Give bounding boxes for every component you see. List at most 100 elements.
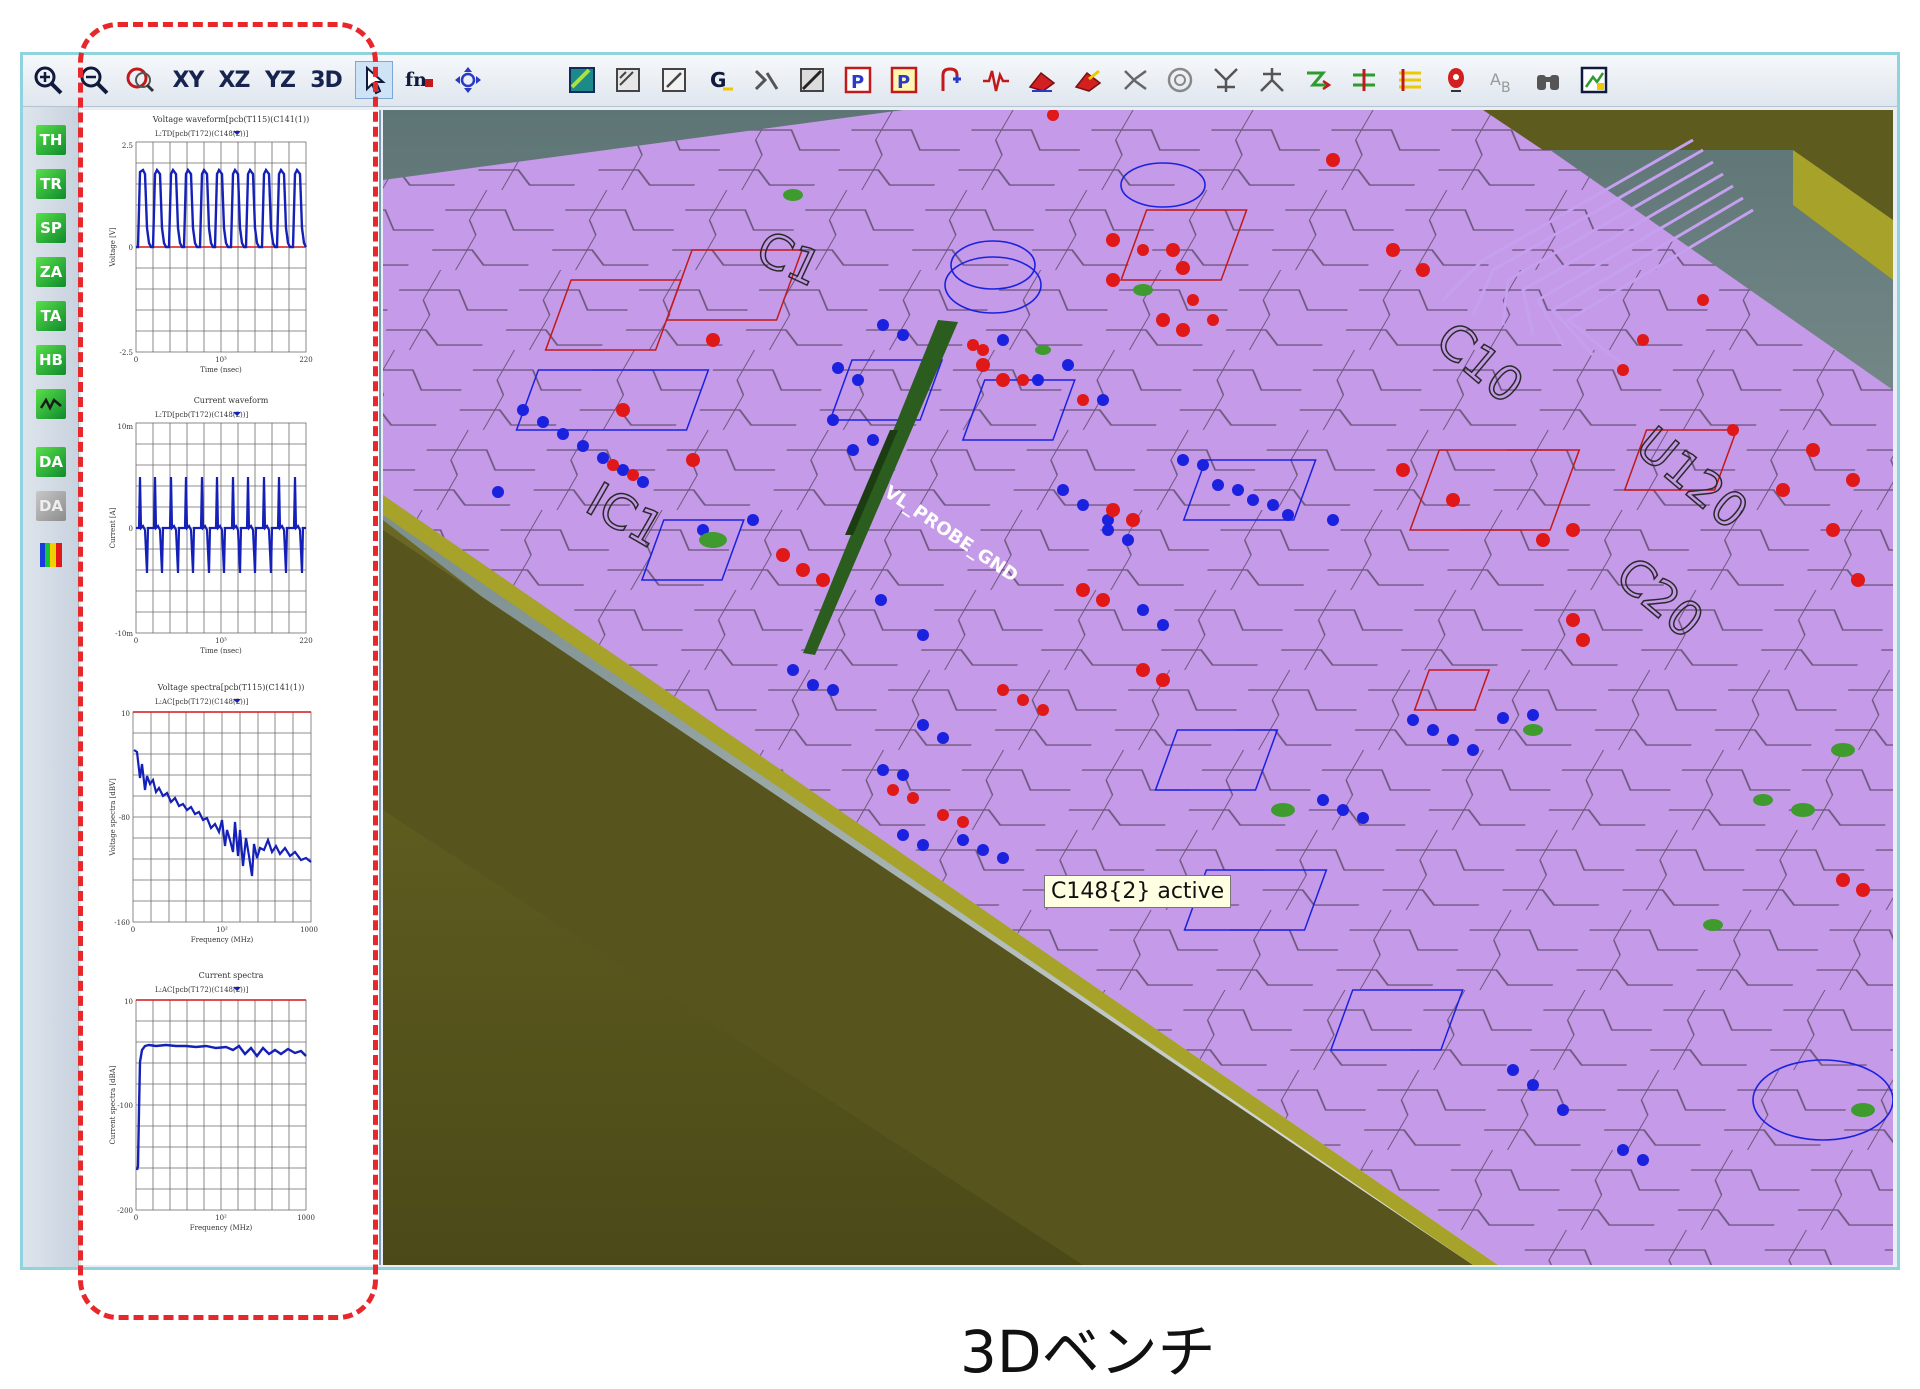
side-tool-label: DA — [38, 453, 64, 471]
y-tick-top: 10m — [117, 423, 133, 431]
side-tool-sp[interactable]: SP — [36, 213, 66, 243]
x-tick-left: 0 — [134, 356, 138, 364]
x-axis-label: Time (nsec) — [200, 366, 242, 374]
y-tick-bottom: -160 — [114, 919, 130, 927]
route-icon[interactable] — [1299, 61, 1337, 99]
x-axis-label: Time (nsec) — [200, 647, 242, 655]
x-axis-label: Frequency (MHz) — [190, 1224, 253, 1232]
zoom-out-icon[interactable] — [75, 61, 113, 99]
side-tool-za[interactable]: ZA — [36, 257, 66, 287]
graph-title: Current spectra — [199, 971, 264, 980]
pointer-select-icon[interactable] — [355, 61, 393, 99]
side-tool-label: HB — [39, 351, 63, 369]
y-tick-bottom: -10m — [115, 630, 133, 638]
view-xz-button[interactable]: XZ — [215, 61, 253, 99]
voltage-spectra-trace — [133, 749, 312, 877]
y-tick-mid: 0 — [129, 244, 133, 252]
side-tool-th[interactable]: TH — [36, 125, 66, 155]
side-tool-tr[interactable]: TR — [36, 169, 66, 199]
side-tool-ta[interactable]: TA — [36, 301, 66, 331]
plane-icon[interactable] — [1391, 61, 1429, 99]
component-icon[interactable] — [793, 61, 831, 99]
side-tool-da[interactable]: DA — [36, 447, 66, 477]
x-tick-left: 0 — [134, 1214, 138, 1222]
y-tick-top: 10 — [121, 710, 130, 718]
x-tick-right: 1000 — [300, 926, 318, 934]
source-icon[interactable] — [931, 61, 969, 99]
y-tick-mid: -100 — [117, 1102, 133, 1110]
graph-title: Current waveform — [194, 396, 269, 405]
net-split-icon[interactable] — [1207, 61, 1245, 99]
side-tool-label: ZA — [39, 263, 63, 281]
x-tick-mid: 10³ — [215, 637, 227, 645]
grid — [132, 711, 312, 923]
side-tool-da-disabled[interactable]: DA — [36, 491, 66, 521]
analysis-tool-strip: TH TR SP ZA TA HB DA DA — [23, 107, 79, 1267]
layer-icon[interactable] — [609, 61, 647, 99]
current-spectra-trace — [135, 1043, 307, 1171]
view-xy-button[interactable]: XY — [169, 61, 207, 99]
side-tool-label: TA — [40, 307, 62, 325]
port-edit-icon[interactable]: P — [885, 61, 923, 99]
grid — [135, 999, 307, 1211]
probe-icon[interactable] — [747, 61, 785, 99]
figure-caption: 3Dベンチ — [960, 1318, 1216, 1386]
pcb-3d-render[interactable]: VL_PROBE_GND C1 U120 C10 C20 IC1 — [383, 110, 1893, 1265]
port-p-icon[interactable]: P — [839, 61, 877, 99]
x-axis-label: Frequency (MHz) — [191, 936, 254, 944]
render-board-icon[interactable] — [563, 61, 601, 99]
x-tick-right: 220 — [299, 356, 312, 364]
y-axis-label: Current spectra [dBA] — [109, 1065, 117, 1144]
3d-viewport[interactable]: VL_PROBE_GND C1 U120 C10 C20 IC1 — [383, 110, 1893, 1265]
text-icon[interactable]: AB — [1483, 61, 1521, 99]
measure-icon[interactable] — [1023, 61, 1061, 99]
y-tick-top: 2.5 — [122, 142, 133, 150]
function-icon[interactable]: fn — [401, 61, 439, 99]
y-tick-bottom: -2.5 — [120, 349, 134, 357]
via-icon[interactable] — [1161, 61, 1199, 99]
waveform-tool-icon[interactable] — [36, 389, 66, 419]
x-tick-right: 220 — [299, 637, 312, 645]
y-axis-label: Voltage spectra [dBV] — [109, 778, 117, 857]
side-tool-label: SP — [40, 219, 62, 237]
x-tick-left: 0 — [131, 926, 135, 934]
pan-icon[interactable] — [449, 61, 487, 99]
graph-title: Voltage waveform[pcb(T115)(C141(1)) — [152, 115, 310, 124]
svg-text:fn: fn — [405, 69, 427, 91]
ground-icon[interactable]: G — [701, 61, 739, 99]
side-tool-label: TR — [40, 175, 62, 193]
measure-edit-icon[interactable] — [1069, 61, 1107, 99]
cut-icon[interactable] — [1115, 61, 1153, 99]
graph-title: Voltage spectra[pcb(T115)(C141(1)) — [157, 683, 305, 692]
x-tick-mid: 10² — [215, 1214, 227, 1222]
svg-text:P: P — [851, 72, 864, 93]
side-tool-label: TH — [39, 131, 63, 149]
trace-icon[interactable] — [1345, 61, 1383, 99]
svg-text:P: P — [897, 72, 910, 93]
color-bar-icon[interactable] — [40, 543, 62, 567]
voltage-spectra-graph: Voltage spectra[pcb(T115)(C141(1)) L:AC[… — [81, 680, 381, 970]
signal-icon[interactable] — [977, 61, 1015, 99]
view-3d-button[interactable]: 3D — [307, 61, 345, 99]
net-merge-icon[interactable] — [1253, 61, 1291, 99]
side-tool-hb[interactable]: HB — [36, 345, 66, 375]
side-tool-label: DA — [38, 497, 64, 515]
y-axis-label: Voltage [V] — [109, 227, 117, 267]
y-tick-mid: -80 — [119, 814, 130, 822]
export-icon[interactable] — [1575, 61, 1613, 99]
x-tick-mid: 10² — [216, 926, 228, 934]
current-spectra-graph: Current spectra L:AC[pcb(T172)(C148(2))]… — [81, 970, 381, 1260]
y-axis-label: Current [A] — [109, 507, 117, 548]
view-yz-button[interactable]: YZ — [261, 61, 299, 99]
main-toolbar: XY XZ YZ 3D fn G P P A B — [23, 55, 1897, 107]
svg-text:A: A — [1490, 70, 1501, 89]
zoom-in-icon[interactable] — [29, 61, 67, 99]
probe-point-icon[interactable] — [1437, 61, 1475, 99]
x-tick-left: 0 — [134, 637, 138, 645]
x-tick-mid: 10³ — [215, 356, 227, 364]
component-tooltip: C148{2} active — [1044, 875, 1232, 908]
binoculars-icon[interactable] — [1529, 61, 1567, 99]
current-waveform-graph: Current waveform L:TD[pcb(T172)(C148(2))… — [81, 395, 381, 680]
zoom-window-icon[interactable] — [121, 61, 159, 99]
edit-layer-icon[interactable] — [655, 61, 693, 99]
